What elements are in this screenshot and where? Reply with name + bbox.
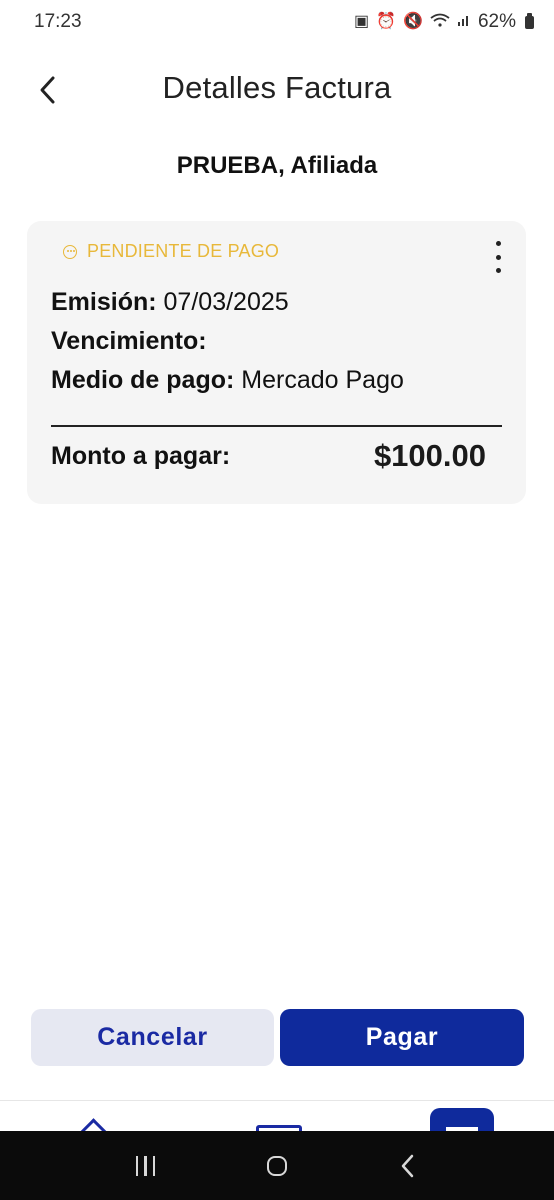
kebab-dot <box>495 268 501 273</box>
status-row: PENDIENTE DE PAGO <box>63 241 279 262</box>
payment-method-value: Mercado Pago <box>241 366 404 394</box>
mute-icon: 🔇 <box>403 13 423 30</box>
system-nav-bar <box>0 1131 554 1200</box>
amount-row: Monto a pagar: $100.00 <box>51 433 486 479</box>
status-bar: 17:23 ▣ ⏰ 🔇 62% <box>0 0 554 44</box>
kebab-dot <box>495 254 501 260</box>
status-icons: ▣ ⏰ 🔇 62% <box>354 11 534 33</box>
home-circle-icon <box>266 1155 287 1176</box>
amount-value: $100.00 <box>373 438 486 473</box>
chevron-left-icon <box>40 76 55 104</box>
pay-button[interactable]: Pagar <box>280 1009 524 1066</box>
home-button[interactable] <box>257 1146 297 1186</box>
invoice-card: PENDIENTE DE PAGO Emisión: 07/03/2025 Ve… <box>27 221 526 504</box>
divider <box>51 425 502 427</box>
invoice-info: Emisión: 07/03/2025 Vencimiento: Medio d… <box>51 283 404 400</box>
recent-apps-icon <box>135 1155 156 1176</box>
payment-method-label: Medio de pago: <box>51 366 235 394</box>
bottom-nav <box>0 1100 554 1132</box>
page-title: Detalles Factura <box>162 70 392 105</box>
menu-icon[interactable] <box>430 1108 494 1132</box>
vencimiento-label: Vencimiento: <box>51 327 207 355</box>
cancel-button[interactable]: Cancelar <box>31 1009 274 1066</box>
emision-label: Emisión: <box>51 288 157 316</box>
battery-percent: 62% <box>477 11 516 32</box>
signal-icon <box>457 13 471 31</box>
recent-apps-button[interactable] <box>126 1146 166 1186</box>
more-options-button[interactable] <box>488 241 508 273</box>
kebab-dot <box>495 241 501 246</box>
pending-icon <box>63 244 77 259</box>
payment-method-line: Medio de pago: Mercado Pago <box>51 361 404 400</box>
status-time: 17:23 <box>34 11 82 32</box>
emision-line: Emisión: 07/03/2025 <box>51 283 404 322</box>
system-back-button[interactable] <box>388 1146 428 1186</box>
home-icon[interactable] <box>77 1118 110 1132</box>
affiliate-name: PRUEBA, Afiliada <box>176 152 378 179</box>
status-badge: PENDIENTE DE PAGO <box>87 241 280 261</box>
alarm-icon: ⏰ <box>376 13 397 30</box>
back-button[interactable] <box>30 70 66 110</box>
amount-label: Monto a pagar: <box>51 441 231 470</box>
sim-icon: ▣ <box>354 13 370 30</box>
wifi-icon <box>430 13 450 31</box>
battery-icon <box>525 12 534 29</box>
app-header: Detalles Factura <box>0 62 554 118</box>
back-arrow-icon <box>402 1154 414 1177</box>
vencimiento-line: Vencimiento: <box>51 322 404 361</box>
emision-value: 07/03/2025 <box>163 288 289 316</box>
